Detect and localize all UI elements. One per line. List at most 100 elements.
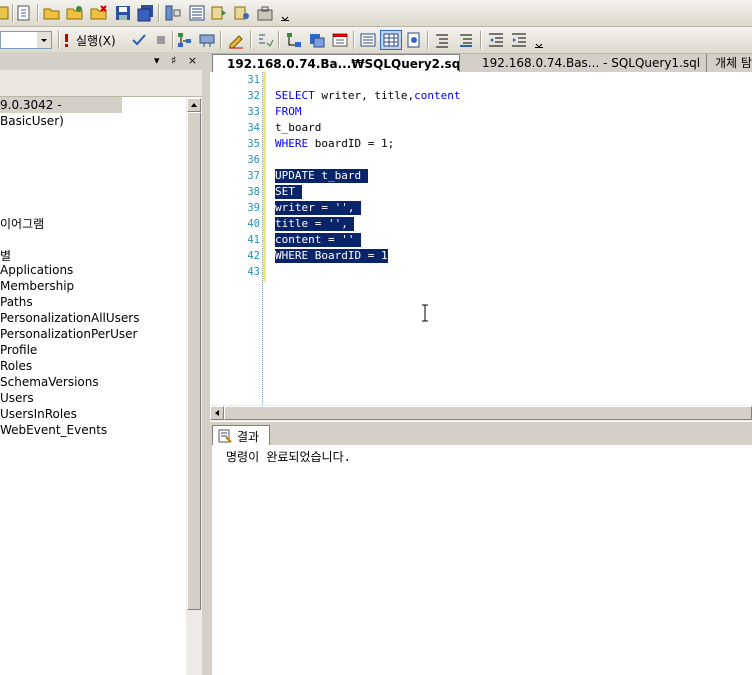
results-to-text-mode-icon[interactable] bbox=[359, 31, 377, 49]
tree-item[interactable]: PersonalizationPerUser bbox=[0, 327, 137, 341]
client-statistics-icon[interactable] bbox=[308, 31, 326, 49]
editor-horizontal-scrollbar[interactable] bbox=[210, 405, 752, 421]
tree-item[interactable]: SchemaVersions bbox=[0, 375, 99, 389]
line-number: 40 bbox=[247, 218, 260, 230]
line-number: 32 bbox=[247, 90, 260, 102]
toolbar-separator bbox=[220, 31, 222, 49]
toolbar-separator bbox=[480, 31, 482, 49]
panel-pin-close-controls[interactable]: ▾ ♯ × bbox=[154, 54, 201, 67]
query-editor[interactable]: 31 32 SELECT writer, title,content 33 FROM 34… bbox=[210, 72, 752, 405]
line-number: 41 bbox=[247, 234, 260, 246]
horizontal-scroll-thumb[interactable] bbox=[224, 406, 752, 420]
toolbar-overflow-chevron-icon[interactable] bbox=[280, 8, 290, 22]
results-to-grid-button[interactable] bbox=[380, 30, 402, 50]
tree-item[interactable]: 이어그램 bbox=[0, 215, 44, 232]
execute-exclamation-icon bbox=[65, 34, 68, 47]
code-line[interactable]: t_board bbox=[275, 121, 321, 135]
line-number: 42 bbox=[247, 250, 260, 262]
code-line[interactable]: SET bbox=[275, 185, 302, 199]
line-number: 39 bbox=[247, 202, 260, 214]
toolbar-separator bbox=[278, 31, 280, 49]
results-to-file-icon[interactable] bbox=[405, 31, 423, 49]
display-plan-icon[interactable] bbox=[176, 31, 194, 49]
toolbar-separator bbox=[12, 4, 14, 22]
server-connection-node[interactable]: 9.0.3042 - BasicUser) bbox=[0, 97, 122, 128]
object-explorer-panel: ▾ ♯ × 9.0.3042 - BasicUser) 이어그램별 Applica… bbox=[0, 52, 202, 675]
tree-item[interactable]: Profile bbox=[0, 343, 37, 357]
toolbar-overflow-chevron-icon[interactable] bbox=[534, 35, 544, 49]
partial-icon[interactable] bbox=[0, 4, 12, 22]
splitter[interactable] bbox=[202, 52, 210, 675]
server-connection-label: 9.0.3042 - BasicUser) bbox=[0, 98, 64, 128]
code-line[interactable]: title = '', bbox=[275, 217, 355, 231]
tab-results-label: 결과 bbox=[237, 429, 260, 444]
code-line[interactable]: SELECT writer, title,content bbox=[275, 89, 460, 103]
uncomment-icon[interactable] bbox=[457, 31, 475, 49]
query-options-icon[interactable] bbox=[198, 31, 216, 49]
tree-item[interactable]: 별 bbox=[0, 247, 11, 264]
comment-out-icon[interactable] bbox=[433, 31, 451, 49]
save-icon[interactable] bbox=[114, 4, 132, 22]
dropdown-arrow-icon[interactable] bbox=[37, 32, 51, 48]
scroll-thumb[interactable] bbox=[187, 112, 201, 610]
parse-checkmark-icon[interactable] bbox=[130, 31, 148, 49]
tab-results[interactable]: 결과 bbox=[212, 425, 270, 446]
tab-sqlquery1[interactable]: 192.168.0.74.Bas... - SQLQuery1.sql bbox=[470, 54, 704, 72]
scroll-left-button[interactable] bbox=[210, 406, 224, 420]
scroll-up-button[interactable] bbox=[187, 98, 201, 112]
standard-toolbar bbox=[0, 0, 752, 27]
document-tab-strip: 192.168.0.74.Ba...₩SQLQuery2.sql* 192.16… bbox=[210, 54, 752, 73]
toolbar-separator bbox=[158, 4, 160, 22]
tree-item[interactable]: Roles bbox=[0, 359, 32, 373]
tree-item[interactable]: Membership bbox=[0, 279, 74, 293]
results-tab-strip: 결과 bbox=[210, 421, 752, 446]
code-line[interactable]: FROM bbox=[275, 105, 302, 119]
code-line[interactable]: content = '' bbox=[275, 233, 362, 247]
results-messages-icon bbox=[218, 429, 232, 443]
tab-object-explorer-details[interactable]: 개체 탐 bbox=[706, 54, 752, 72]
cancel-query-icon[interactable] bbox=[152, 31, 170, 49]
decrease-indent-icon[interactable] bbox=[487, 31, 505, 49]
object-explorer-title-bar: ▾ ♯ × bbox=[0, 52, 202, 71]
open-folder-icon[interactable] bbox=[43, 4, 61, 22]
code-line[interactable]: UPDATE t_bard bbox=[275, 169, 368, 183]
line-number: 34 bbox=[247, 122, 260, 134]
toolbar-separator bbox=[250, 31, 252, 49]
new-query-icon[interactable] bbox=[15, 4, 33, 22]
include-actual-plan-icon[interactable] bbox=[285, 31, 303, 49]
results-to-text-icon[interactable] bbox=[331, 31, 349, 49]
template-explorer-icon[interactable] bbox=[210, 4, 228, 22]
object-explorer-scrollbar[interactable] bbox=[186, 98, 202, 675]
tree-item[interactable]: WebEvent_Events bbox=[0, 423, 107, 437]
registered-servers-icon[interactable] bbox=[164, 4, 182, 22]
tree-item[interactable]: Paths bbox=[0, 295, 33, 309]
line-number-divider bbox=[262, 72, 264, 405]
tab-sqlquery2[interactable]: 192.168.0.74.Ba...₩SQLQuery2.sql* bbox=[212, 54, 460, 72]
tree-item[interactable]: UsersInRoles bbox=[0, 407, 77, 421]
sql-editor-toolbar: 실행(X) bbox=[0, 27, 752, 54]
save-all-icon[interactable] bbox=[137, 4, 155, 22]
object-explorer-icon[interactable] bbox=[188, 4, 206, 22]
code-line[interactable]: writer = '', bbox=[275, 201, 362, 215]
tab-sqlquery2-label: 192.168.0.74.Ba...₩SQLQuery2.sql* bbox=[227, 57, 460, 71]
tree-item[interactable]: Applications bbox=[0, 263, 73, 277]
tab-object-explorer-details-label: 개체 탐 bbox=[715, 56, 752, 70]
increase-indent-icon[interactable] bbox=[510, 31, 528, 49]
results-pane: 명령이 완료되었습니다. bbox=[212, 445, 752, 675]
tree-item[interactable]: PersonalizationAllUsers bbox=[0, 311, 139, 325]
intellisense-icon[interactable] bbox=[256, 31, 274, 49]
tree-item[interactable]: Users bbox=[0, 391, 34, 405]
code-line[interactable]: WHERE boardID = 1; bbox=[275, 137, 394, 151]
code-line[interactable]: WHERE BoardID = 1 bbox=[275, 249, 388, 263]
database-dropdown[interactable] bbox=[0, 31, 52, 49]
toolbox-icon[interactable] bbox=[256, 4, 274, 22]
open-file-icon[interactable] bbox=[66, 4, 84, 22]
open-project-icon[interactable] bbox=[90, 4, 108, 22]
properties-icon[interactable] bbox=[233, 4, 251, 22]
line-number: 37 bbox=[247, 170, 260, 182]
line-number: 38 bbox=[247, 186, 260, 198]
execute-button[interactable]: 실행(X) bbox=[62, 31, 116, 49]
text-cursor-ibeam-icon bbox=[420, 304, 430, 322]
toolbar-separator bbox=[172, 31, 174, 49]
specify-values-icon[interactable] bbox=[227, 31, 245, 49]
